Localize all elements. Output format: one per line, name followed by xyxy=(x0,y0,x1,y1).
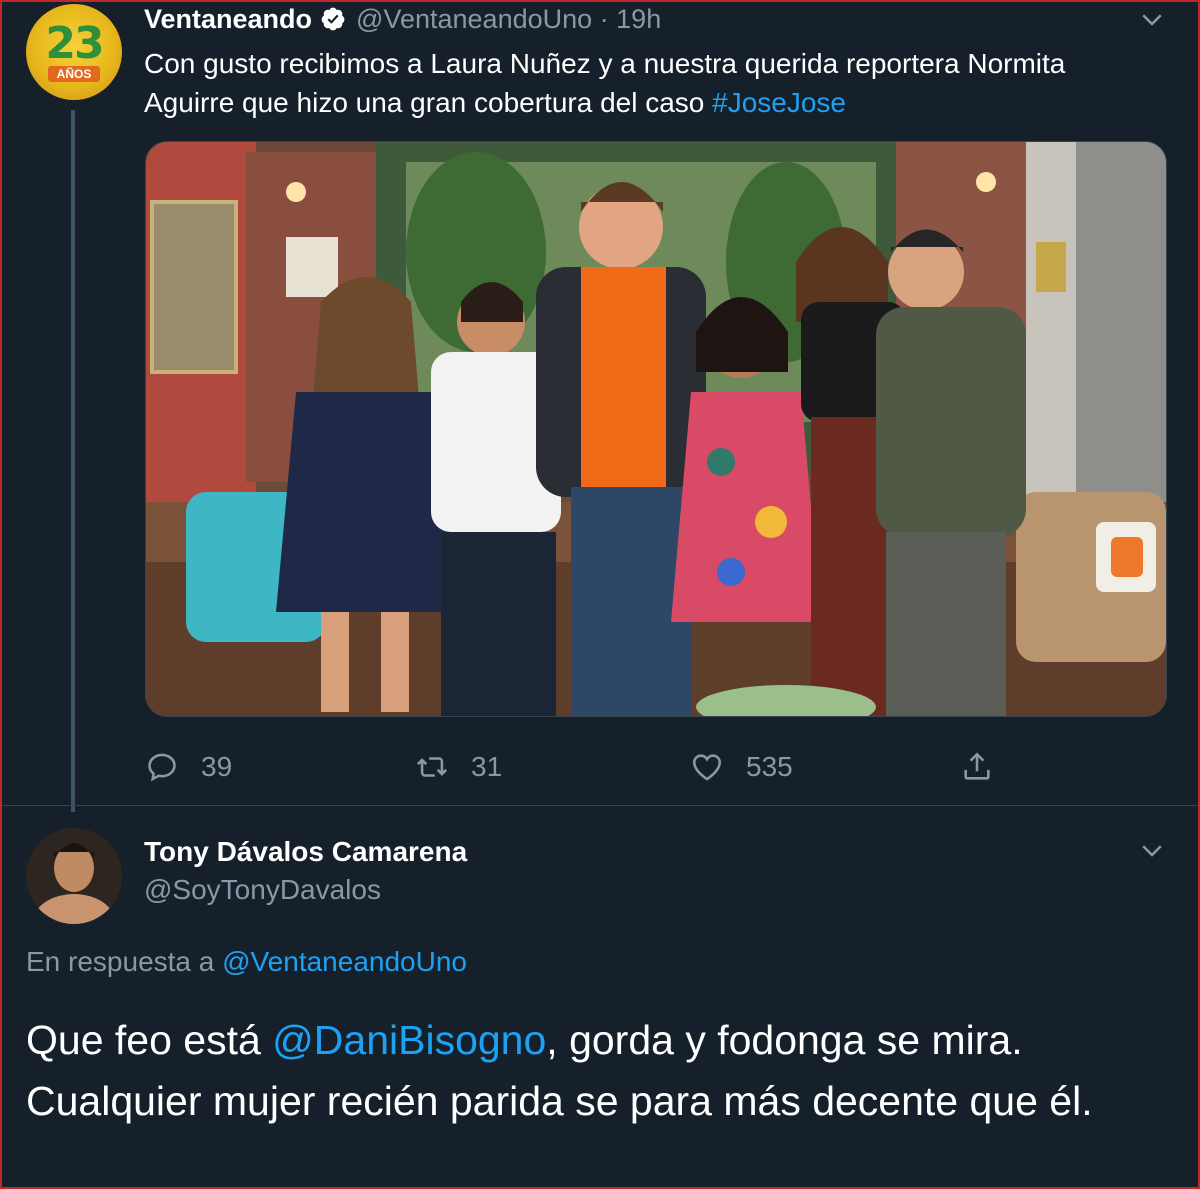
hashtag-link[interactable]: #JoseJose xyxy=(712,87,846,118)
reply-button[interactable]: 39 xyxy=(145,745,232,789)
reply-text-start: Que feo está xyxy=(26,1017,273,1063)
chevron-down-icon[interactable] xyxy=(1137,4,1167,39)
chevron-down-icon[interactable] xyxy=(1137,835,1167,870)
tweet-text: Con gusto recibimos a Laura Nuñez y a nu… xyxy=(144,44,1154,122)
reply-count: 39 xyxy=(201,751,233,782)
verified-badge-icon xyxy=(321,7,345,31)
ventaneando-avatar[interactable]: 23 AÑOS xyxy=(26,4,122,100)
studio-photo-image xyxy=(146,142,1166,716)
like-button[interactable]: 535 xyxy=(690,745,793,789)
retweet-button[interactable]: 31 xyxy=(415,745,502,789)
tweet-time[interactable]: 19h xyxy=(616,4,661,35)
heart-icon xyxy=(692,754,722,781)
original-tweet[interactable]: 23 AÑOS Ventaneando @VentaneandoUno · 19… xyxy=(0,0,1200,812)
reply-author-handle[interactable]: @SoyTonyDavalos xyxy=(144,874,381,906)
retweet-icon xyxy=(416,757,448,777)
tweet-text-body: Con gusto recibimos a Laura Nuñez y a nu… xyxy=(144,48,1066,118)
tweet-header: Ventaneando @VentaneandoUno · 19h xyxy=(144,2,661,36)
like-count: 535 xyxy=(746,751,793,782)
tweet-divider xyxy=(0,805,1200,806)
share-button[interactable] xyxy=(960,745,1016,789)
author-handle[interactable]: @VentaneandoUno xyxy=(356,4,592,35)
avatar-anos-label: AÑOS xyxy=(48,66,100,82)
retweet-count: 31 xyxy=(471,751,503,782)
tweet-photo[interactable] xyxy=(145,141,1167,717)
replying-to-link[interactable]: @VentaneandoUno xyxy=(222,946,467,977)
reply-icon xyxy=(148,753,176,782)
tony-avatar[interactable] xyxy=(26,828,122,924)
reply-author-name[interactable]: Tony Dávalos Camarena xyxy=(144,836,467,868)
thread-line xyxy=(71,110,75,812)
share-icon xyxy=(964,752,990,780)
avatar-number: 23 xyxy=(45,18,104,69)
reply-text: Que feo está @DaniBisogno, gorda y fodon… xyxy=(26,1010,1186,1132)
replying-to-line: En respuesta a @VentaneandoUno xyxy=(26,946,467,978)
tweet-actions: 39 31 535 xyxy=(145,745,1025,789)
author-name[interactable]: Ventaneando xyxy=(144,4,312,35)
time-separator: · xyxy=(592,3,617,34)
mention-link[interactable]: @DaniBisogno xyxy=(272,1017,546,1063)
replying-to-label: En respuesta a xyxy=(26,946,223,977)
